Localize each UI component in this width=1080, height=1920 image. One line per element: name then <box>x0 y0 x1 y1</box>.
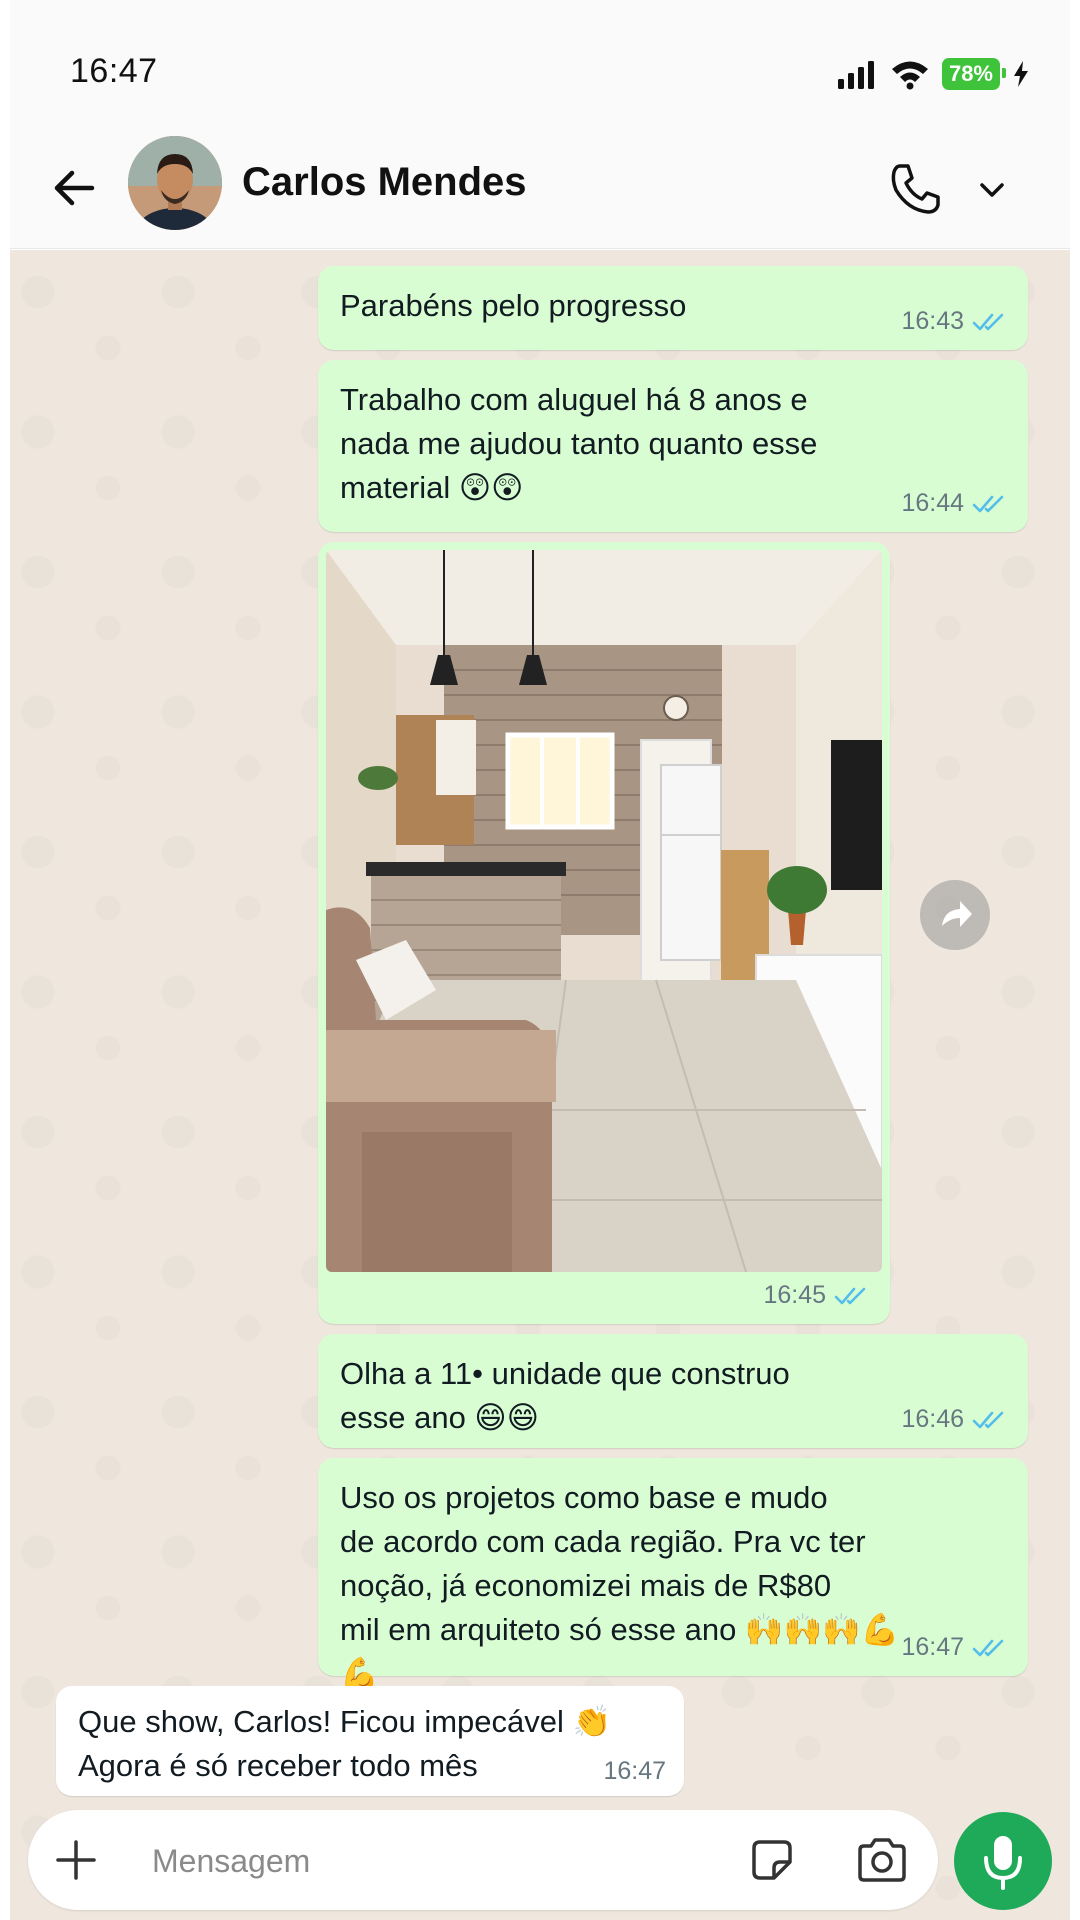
wifi-icon <box>891 61 928 90</box>
outgoing-message[interactable]: Parabéns pelo progresso 16:43 <box>318 266 1028 350</box>
message-time: 16:46 <box>901 1405 964 1433</box>
message-text: Parabéns pelo progresso <box>340 288 687 323</box>
message-text: Uso os projetos como base e mudo de acor… <box>340 1480 900 1691</box>
outgoing-message[interactable]: Uso os projetos como base e mudo de acor… <box>318 1458 1028 1691</box>
status-bar: 16:47 78% <box>10 0 1070 130</box>
message-meta: 16:47 <box>901 1633 1010 1662</box>
contact-name[interactable]: Carlos Mendes <box>242 160 527 205</box>
double-check-icon <box>972 1411 1004 1428</box>
message-time: 16:47 <box>901 1633 964 1661</box>
message-time: 16:43 <box>901 307 964 335</box>
message-time: 16:44 <box>901 489 964 517</box>
status-icons: 78% <box>836 58 1030 90</box>
chevron-down-icon[interactable] <box>972 170 1012 210</box>
outgoing-message[interactable]: Trabalho com aluguel há 8 anos e nada me… <box>318 360 1028 532</box>
message-input[interactable] <box>150 1832 714 1890</box>
charging-icon <box>1014 61 1028 87</box>
incoming-message[interactable]: Que show, Carlos! Ficou impecável 👏 Agor… <box>56 1686 684 1796</box>
double-check-icon <box>972 495 1004 512</box>
avatar-image <box>128 136 222 230</box>
sticker-icon[interactable] <box>746 1834 798 1886</box>
image-message[interactable]: 16:45 <box>318 542 890 1324</box>
chat-header: Carlos Mendes <box>10 130 1070 249</box>
photo[interactable] <box>326 550 882 1272</box>
message-text: Olha a 11• unidade que construo esse ano… <box>340 1356 790 1435</box>
chat-area[interactable]: Parabéns pelo progresso 16:43 Trabalho c… <box>10 250 1070 1920</box>
message-meta: 16:44 <box>901 489 1010 518</box>
signal-icon <box>837 61 874 89</box>
double-check-icon <box>834 1287 866 1304</box>
back-arrow-icon[interactable] <box>44 158 104 218</box>
forward-button[interactable] <box>920 880 990 950</box>
camera-icon[interactable] <box>854 1834 910 1886</box>
avatar[interactable] <box>128 136 222 230</box>
status-time: 16:47 <box>70 52 158 90</box>
message-meta: 16:45 <box>763 1281 872 1310</box>
message-composer <box>28 1810 938 1910</box>
plus-icon[interactable] <box>50 1834 102 1886</box>
double-check-icon <box>972 1639 1004 1656</box>
message-meta: 16:47 <box>603 1757 666 1786</box>
message-meta: 16:46 <box>901 1405 1010 1434</box>
phone-icon[interactable] <box>886 160 944 218</box>
double-check-icon <box>972 313 1004 330</box>
battery-indicator: 78% <box>941 58 1007 90</box>
mic-button[interactable] <box>954 1812 1052 1910</box>
phone-screen: 16:47 78% Carlos Mendes Parabéns pelo pr… <box>10 0 1070 1920</box>
forward-icon <box>942 901 972 927</box>
message-time: 16:45 <box>763 1281 826 1309</box>
message-text: Que show, Carlos! Ficou impecável 👏 Agor… <box>78 1704 612 1783</box>
mic-icon <box>984 1836 1022 1890</box>
message-time: 16:47 <box>603 1757 666 1785</box>
message-text: Trabalho com aluguel há 8 anos e nada me… <box>340 382 818 505</box>
message-meta: 16:43 <box>901 307 1010 336</box>
outgoing-message[interactable]: Olha a 11• unidade que construo esse ano… <box>318 1334 1028 1448</box>
